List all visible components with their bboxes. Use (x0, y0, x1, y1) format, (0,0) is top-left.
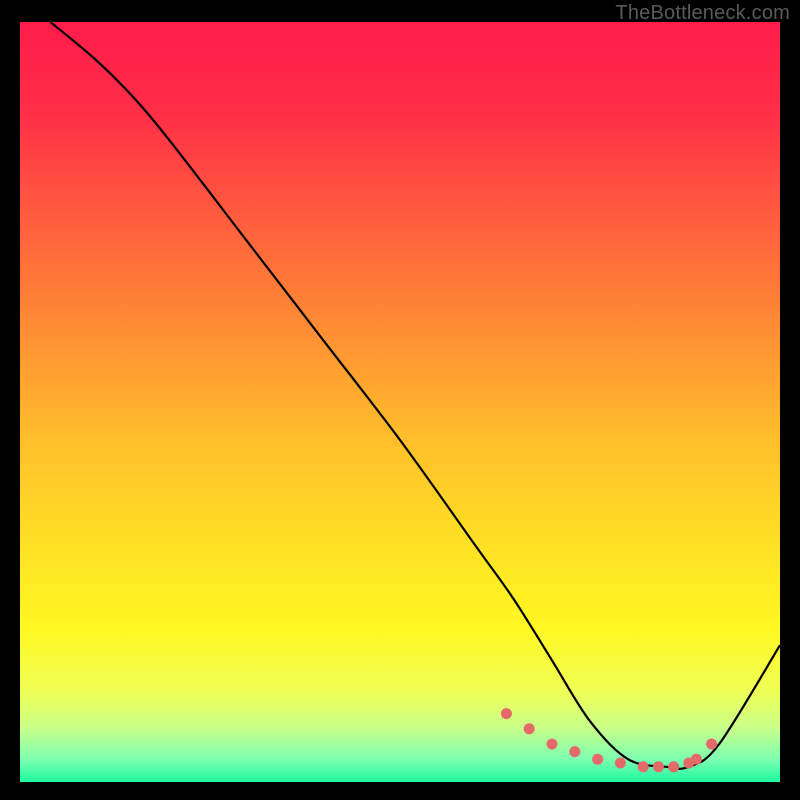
optimal-marker (569, 746, 580, 757)
optimal-marker (547, 739, 558, 750)
plot-background (20, 22, 780, 782)
optimal-marker (501, 708, 512, 719)
optimal-marker (706, 739, 717, 750)
chart-stage: TheBottleneck.com (0, 0, 800, 800)
optimal-marker (691, 754, 702, 765)
optimal-marker (615, 758, 626, 769)
optimal-marker (592, 754, 603, 765)
optimal-marker (638, 761, 649, 772)
attribution-label: TheBottleneck.com (615, 2, 790, 25)
chart-svg (0, 0, 800, 800)
optimal-marker (653, 761, 664, 772)
optimal-marker (668, 761, 679, 772)
optimal-marker (524, 723, 535, 734)
